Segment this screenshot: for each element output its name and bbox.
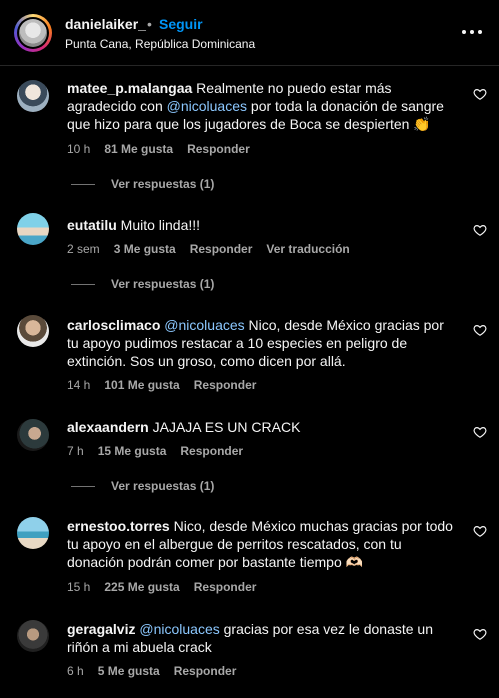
comment-time: 2 sem: [67, 242, 100, 256]
author-username[interactable]: danielaiker_: [65, 16, 146, 32]
comment-meta: 7 h 15 Me gusta Responder: [67, 444, 257, 458]
reply-button[interactable]: Responder: [194, 580, 257, 594]
commenter-username[interactable]: alexaandern: [67, 419, 149, 435]
comment-text: geragalviz @nicoluaces gracias por esa v…: [67, 621, 433, 655]
follow-button[interactable]: Seguir: [159, 16, 203, 32]
like-count[interactable]: 81 Me gusta: [104, 142, 173, 156]
mention-link[interactable]: @nicoluaces: [139, 621, 219, 637]
translate-button[interactable]: Ver traducción: [266, 242, 349, 256]
commenter-username[interactable]: geragalviz: [67, 621, 135, 637]
comment-text: carlosclimaco @nicoluaces Nico, desde Mé…: [67, 317, 444, 369]
replies-line: [71, 284, 95, 286]
heart-icon[interactable]: [473, 87, 487, 101]
comment-time: 7 h: [67, 444, 84, 458]
reply-button[interactable]: Responder: [187, 142, 250, 156]
comment-meta: 15 h 225 Me gusta Responder: [67, 580, 270, 594]
commenter-username[interactable]: matee_p.malangaa: [67, 80, 192, 96]
comment-text: matee_p.malangaa Realmente no puedo esta…: [67, 80, 444, 132]
post-header: danielaiker_ • Seguir Punta Cana, Repúbl…: [0, 0, 499, 66]
replies-line: [71, 486, 95, 488]
commenter-avatar[interactable]: [17, 517, 49, 549]
comment-meta: 2 sem 3 Me gusta Responder Ver traducción: [67, 242, 364, 256]
commenter-username[interactable]: ernestoo.torres: [67, 518, 170, 534]
reply-button[interactable]: Responder: [180, 444, 243, 458]
commenter-avatar[interactable]: [17, 213, 49, 245]
like-count[interactable]: 101 Me gusta: [104, 378, 179, 392]
commenter-username[interactable]: eutatilu: [67, 217, 117, 233]
replies-line: [71, 184, 95, 186]
comment-time: 10 h: [67, 142, 91, 156]
view-replies-button[interactable]: Ver respuestas (1): [71, 177, 214, 191]
comment-meta: 10 h 81 Me gusta Responder: [67, 142, 264, 156]
comment-meta: 14 h 101 Me gusta Responder: [67, 378, 270, 392]
commenter-avatar[interactable]: [17, 620, 49, 652]
comment-time: 6 h: [67, 664, 84, 678]
comment-text: ernestoo.torres Nico, desde México mucha…: [67, 518, 453, 570]
comment-text: alexaandern JAJAJA ES UN CRACK: [67, 419, 301, 435]
post-location[interactable]: Punta Cana, República Dominicana: [65, 37, 255, 51]
separator-dot: •: [147, 16, 152, 32]
reply-button[interactable]: Responder: [174, 664, 237, 678]
comment-text: eutatilu Muito linda!!!: [67, 217, 201, 233]
reply-button[interactable]: Responder: [194, 378, 257, 392]
comment-time: 14 h: [67, 378, 91, 392]
view-replies-button[interactable]: Ver respuestas (1): [71, 277, 214, 291]
heart-icon[interactable]: [473, 524, 487, 538]
author-avatar[interactable]: [14, 14, 52, 52]
comment-meta: 6 h 5 Me gusta Responder: [67, 664, 250, 678]
like-count[interactable]: 5 Me gusta: [98, 664, 160, 678]
heart-icon[interactable]: [473, 425, 487, 439]
like-count[interactable]: 3 Me gusta: [114, 242, 176, 256]
heart-icon[interactable]: [473, 323, 487, 337]
heart-icon[interactable]: [473, 627, 487, 641]
like-count[interactable]: 225 Me gusta: [104, 580, 179, 594]
mention-link[interactable]: @nicoluaces: [164, 317, 244, 333]
comment-time: 15 h: [67, 580, 91, 594]
more-options-icon[interactable]: [460, 22, 484, 42]
commenter-avatar[interactable]: [17, 419, 49, 451]
view-replies-button[interactable]: Ver respuestas (1): [71, 479, 214, 493]
commenter-avatar[interactable]: [17, 80, 49, 112]
commenter-avatar[interactable]: [17, 315, 49, 347]
mention-link[interactable]: @nicoluaces: [167, 98, 247, 114]
heart-icon[interactable]: [473, 223, 487, 237]
commenter-username[interactable]: carlosclimaco: [67, 317, 160, 333]
reply-button[interactable]: Responder: [190, 242, 253, 256]
like-count[interactable]: 15 Me gusta: [98, 444, 167, 458]
